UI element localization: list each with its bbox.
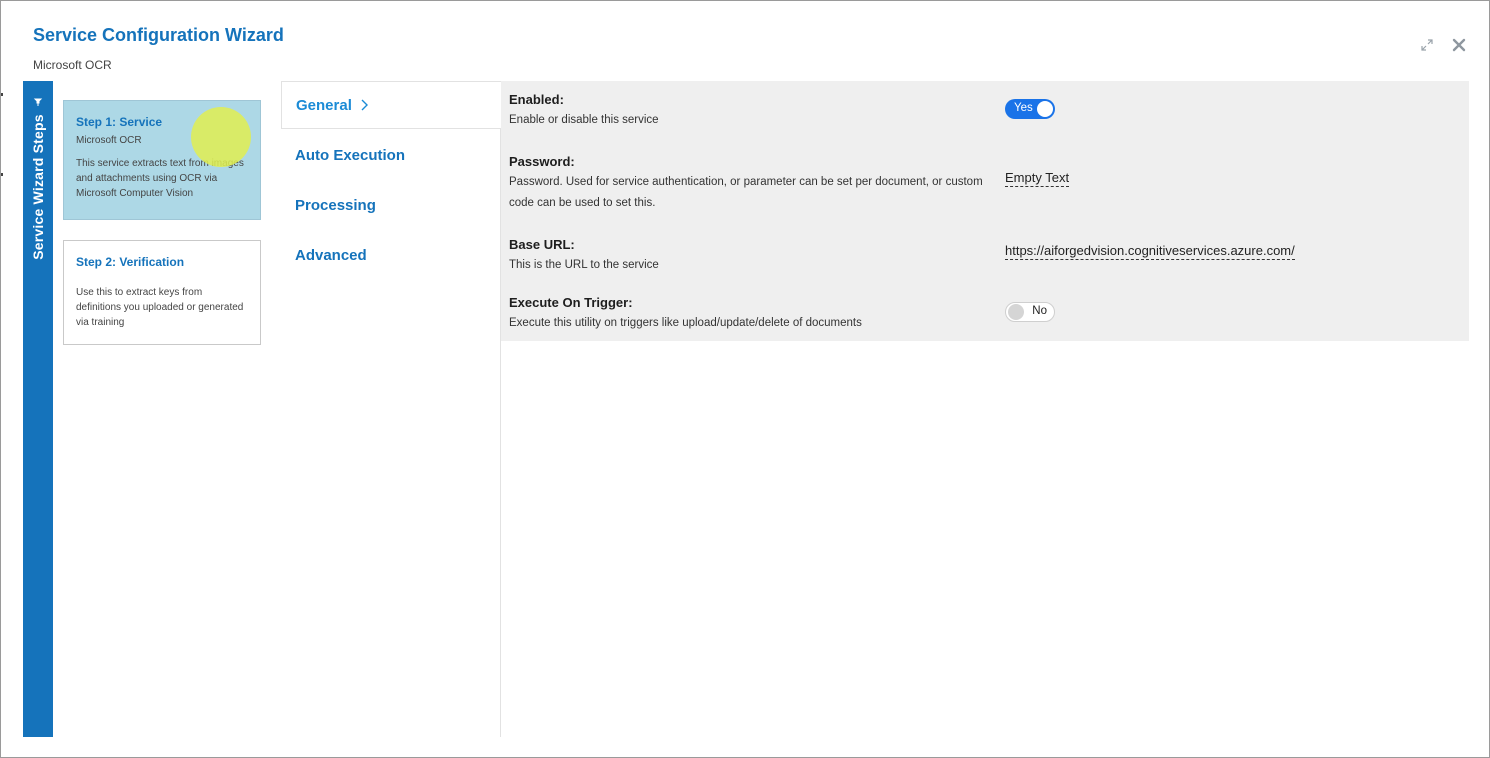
base-url-value[interactable]: https://aiforgedvision.cognitiveservices…	[1005, 243, 1295, 260]
chevron-right-icon	[360, 98, 370, 112]
dialog-title: Service Configuration Wizard	[33, 25, 284, 45]
settings-panel: Enabled: Enable or disable this service …	[501, 81, 1469, 341]
execute-on-trigger-toggle[interactable]: No	[1005, 302, 1055, 322]
step-title: Step 1: Service	[76, 115, 163, 129]
section-tab-processing[interactable]: Processing	[281, 181, 500, 229]
password-description: Password. Used for service authenticatio…	[509, 176, 983, 209]
password-label: Password:	[509, 154, 575, 169]
step-description: This service extracts text from images a…	[76, 158, 244, 199]
section-tab-advanced[interactable]: Advanced	[281, 231, 500, 279]
step-subtitle: Microsoft OCR	[76, 135, 142, 146]
section-tab-label: Processing	[295, 196, 376, 214]
expand-button[interactable]	[1417, 35, 1437, 55]
section-tab-label: General	[296, 96, 352, 114]
execute-on-trigger-label: Execute On Trigger:	[509, 295, 633, 310]
section-tab-label: Advanced	[295, 246, 367, 264]
toggle-label: Yes	[1014, 102, 1033, 114]
step-card-service[interactable]: Step 1: Service Microsoft OCR This servi…	[63, 100, 261, 220]
close-button[interactable]	[1449, 35, 1469, 55]
enabled-description: Enable or disable this service	[509, 114, 659, 126]
toggle-knob	[1037, 101, 1053, 117]
enabled-label: Enabled:	[509, 92, 564, 107]
toggle-knob	[1008, 304, 1024, 320]
step-card-verification[interactable]: Step 2: Verification Use this to extract…	[63, 240, 261, 345]
section-nav: General Auto Execution Processing Advanc…	[281, 81, 501, 737]
base-url-label: Base URL:	[509, 237, 575, 252]
steps-rail-label-wrap: Service Wizard Steps	[23, 81, 53, 281]
step-description: Use this to extract keys from definition…	[76, 287, 244, 328]
section-tab-general[interactable]: General	[281, 81, 501, 129]
section-tab-label: Auto Execution	[295, 146, 406, 164]
edge-mark	[1, 93, 3, 96]
edge-mark	[1, 173, 3, 176]
steps-rail-label: Service Wizard Steps	[30, 114, 46, 260]
enabled-toggle[interactable]: Yes	[1005, 99, 1055, 119]
step-title: Step 2: Verification	[76, 255, 185, 269]
base-url-description: This is the URL to the service	[509, 259, 659, 271]
close-icon	[1452, 38, 1466, 52]
password-value[interactable]: Empty Text	[1005, 170, 1070, 187]
toggle-label: No	[1032, 305, 1047, 317]
dialog-subtitle: Microsoft OCR	[33, 58, 112, 72]
steps-rail[interactable]: Service Wizard Steps	[23, 81, 53, 737]
execute-on-trigger-description: Execute this utility on triggers like up…	[509, 317, 862, 329]
section-tab-auto-execution[interactable]: Auto Execution	[281, 131, 500, 179]
wizard-dialog: Service Configuration Wizard Microsoft O…	[0, 0, 1490, 758]
expand-icon	[1421, 39, 1433, 51]
